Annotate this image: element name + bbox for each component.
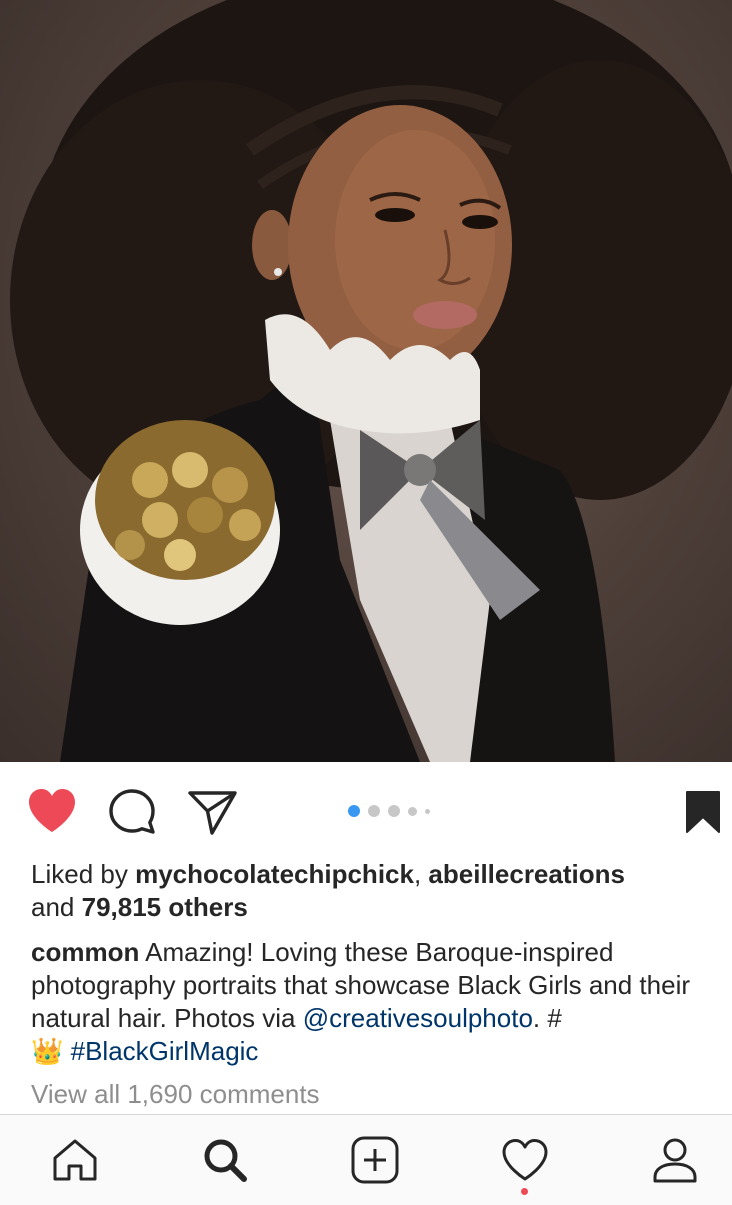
portrait-illustration — [10, 0, 732, 762]
share-button[interactable] — [188, 790, 238, 841]
profile-icon — [653, 1138, 697, 1183]
likes-separator: , — [413, 859, 429, 889]
caption-mention[interactable]: @creativesoulphoto — [303, 1003, 533, 1033]
carousel-dot — [368, 805, 380, 817]
post-image[interactable] — [0, 0, 732, 762]
tab-search[interactable] — [200, 1135, 250, 1185]
comment-icon — [109, 789, 155, 834]
comment-button[interactable] — [108, 788, 156, 841]
likes-and: and — [31, 892, 82, 922]
liker-username-1[interactable]: mychocolatechipchick — [135, 859, 414, 889]
carousel-dot — [388, 805, 400, 817]
carousel-dot — [408, 806, 417, 816]
caption-hashtag[interactable]: #BlackGirlMagic — [71, 1036, 259, 1066]
carousel-indicator — [348, 805, 430, 817]
heart-icon — [502, 1139, 548, 1181]
activity-notification-dot — [521, 1188, 528, 1195]
likes-others-count[interactable]: 79,815 others — [82, 892, 248, 922]
home-icon — [53, 1139, 97, 1181]
tab-profile[interactable] — [650, 1135, 700, 1185]
post-caption: common Amazing! Loving these Baroque-ins… — [31, 936, 721, 1068]
carousel-dot-active — [348, 805, 360, 817]
like-button[interactable] — [27, 788, 77, 839]
tab-activity[interactable] — [500, 1135, 550, 1185]
likes-prefix: Liked by — [31, 859, 136, 889]
carousel-dot — [425, 808, 430, 814]
save-button[interactable] — [685, 790, 721, 839]
bottom-tab-bar — [0, 1114, 732, 1205]
search-icon — [204, 1139, 247, 1182]
likes-summary: Liked by mychocolatechipchick, abeillecr… — [31, 858, 721, 924]
tab-new-post[interactable] — [350, 1135, 400, 1185]
bookmark-filled-icon — [686, 791, 720, 833]
caption-username[interactable]: common — [31, 937, 139, 967]
view-all-comments-link[interactable]: View all 1,690 comments — [31, 1078, 320, 1111]
heart-filled-icon — [29, 789, 75, 832]
tab-home[interactable] — [50, 1135, 100, 1185]
caption-text-2: . # — [532, 1003, 562, 1033]
crown-emoji: 👑 — [31, 1036, 64, 1066]
plus-square-icon — [351, 1136, 399, 1184]
direct-share-icon — [188, 791, 237, 835]
liker-username-2[interactable]: abeillecreations — [428, 859, 625, 889]
